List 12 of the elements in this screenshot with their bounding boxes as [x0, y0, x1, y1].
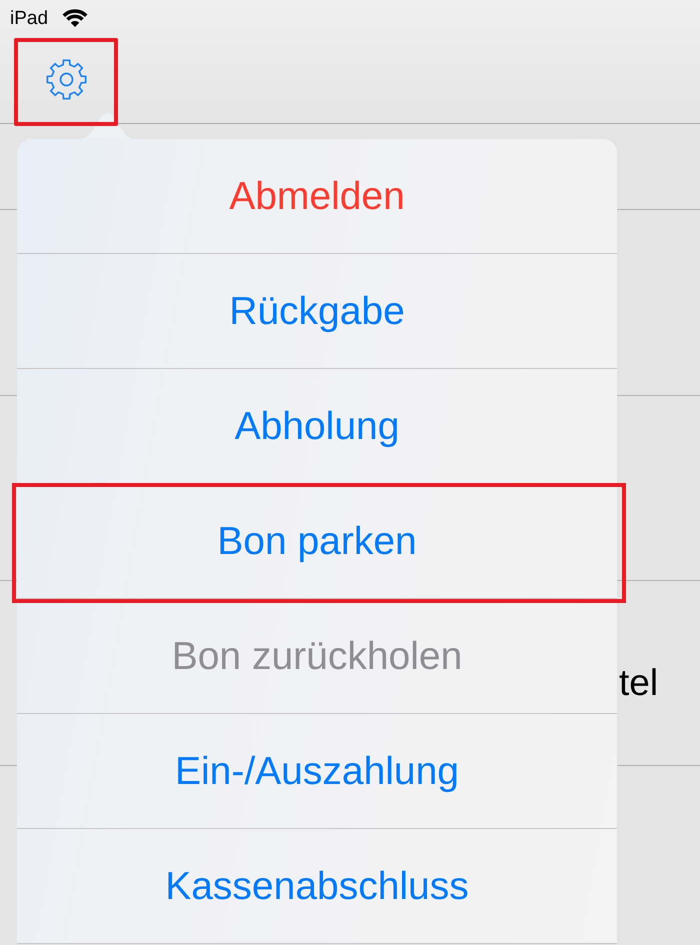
settings-icon — [46, 59, 87, 100]
menu-item[interactable]: Ein-/Auszahlung — [17, 714, 617, 828]
menu-item[interactable]: Kassenabschluss — [17, 829, 617, 943]
wifi-icon — [62, 8, 88, 28]
popover-arrow — [80, 113, 135, 139]
row-label: tel — [619, 664, 658, 700]
settings-button[interactable] — [46, 59, 87, 100]
menu-item[interactable]: Rückgabe — [17, 254, 617, 368]
menu-item[interactable]: Abholung — [17, 369, 617, 483]
device-name: iPad — [10, 8, 48, 28]
menu-item[interactable]: Abmelden — [17, 139, 617, 253]
menu-item[interactable]: Bon parken — [17, 484, 617, 598]
